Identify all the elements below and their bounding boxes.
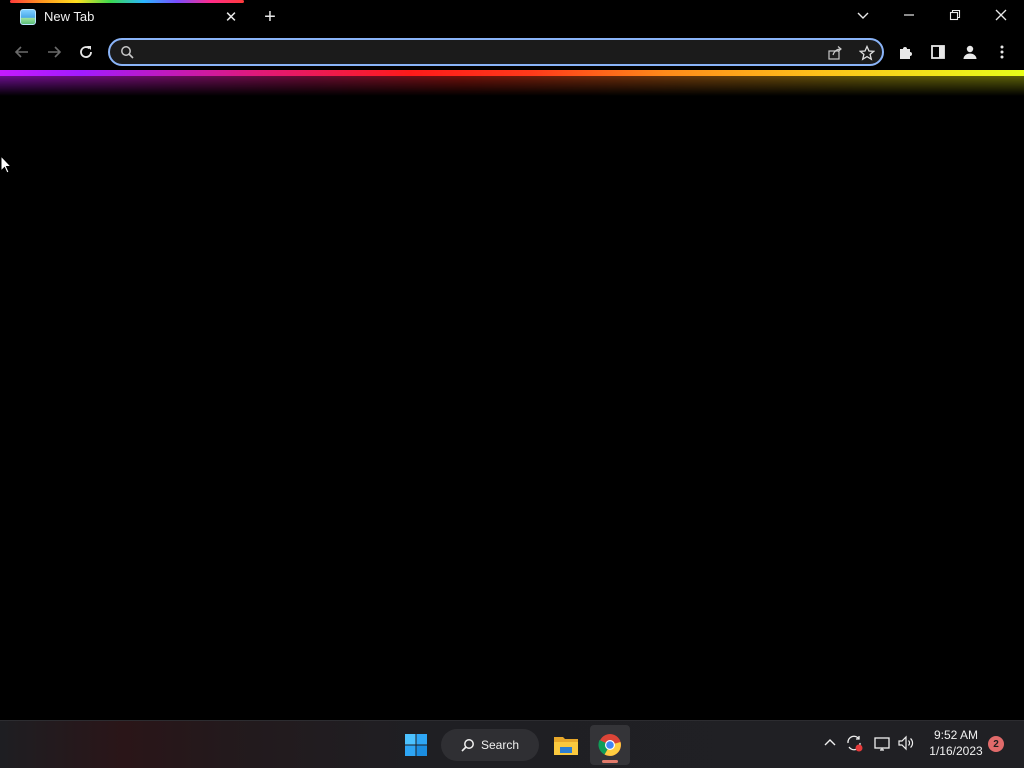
share-icon[interactable] xyxy=(826,44,844,62)
tab-title: New Tab xyxy=(44,9,95,24)
address-input[interactable] xyxy=(142,42,806,64)
tab-accent-stripe xyxy=(10,0,244,3)
restore-button[interactable] xyxy=(932,0,978,30)
start-button[interactable] xyxy=(396,725,436,765)
bookmark-star-icon[interactable] xyxy=(858,44,876,62)
file-explorer-button[interactable] xyxy=(546,725,586,765)
back-arrow-icon[interactable] xyxy=(8,38,36,66)
profile-avatar-icon[interactable] xyxy=(956,38,984,66)
new-tab-button[interactable]: + xyxy=(258,6,282,28)
kebab-menu-icon[interactable] xyxy=(988,38,1016,66)
taskbar-search-label: Search xyxy=(480,738,520,752)
clock-date: 1/16/2023 xyxy=(929,744,983,758)
taskbar-search-button[interactable]: Search xyxy=(441,729,539,761)
chrome-icon xyxy=(598,734,621,756)
chrome-taskbar-button[interactable] xyxy=(590,725,630,765)
windows-logo-icon xyxy=(405,734,427,756)
extensions-puzzle-icon[interactable] xyxy=(892,38,920,66)
taskbar-clock[interactable]: 9:52 AM 1/16/2023 xyxy=(924,727,988,759)
close-window-button[interactable] xyxy=(978,0,1024,30)
tab-search-chevron-down-icon[interactable] xyxy=(840,0,886,30)
image-favicon-icon xyxy=(20,9,36,25)
volume-speaker-icon[interactable] xyxy=(896,733,916,753)
mouse-cursor-icon xyxy=(0,154,13,175)
active-app-indicator xyxy=(602,760,618,763)
title-bar: New Tab ✕ + xyxy=(0,0,1024,34)
browser-toolbar xyxy=(0,34,1024,70)
network-display-icon[interactable] xyxy=(872,733,892,753)
windows-taskbar: Search 9:52 AM 1/16/2023 xyxy=(0,720,1024,768)
side-panel-icon[interactable] xyxy=(924,38,952,66)
close-tab-icon[interactable]: ✕ xyxy=(222,8,240,26)
notification-count-badge[interactable]: 2 xyxy=(988,736,1004,752)
show-hidden-icons-chevron-up-icon[interactable] xyxy=(820,733,840,753)
clock-time: 9:52 AM xyxy=(933,728,979,742)
forward-arrow-icon[interactable] xyxy=(40,38,68,66)
new-tab-page-content xyxy=(0,96,1024,720)
search-icon xyxy=(120,45,134,59)
reload-icon[interactable] xyxy=(72,38,100,66)
folder-icon xyxy=(554,737,578,755)
search-icon xyxy=(461,739,474,752)
minimize-button[interactable] xyxy=(886,0,932,30)
tab-new-tab[interactable]: New Tab ✕ xyxy=(8,0,246,34)
sync-icon[interactable] xyxy=(844,733,864,753)
address-bar[interactable] xyxy=(108,38,884,66)
theme-rainbow-glow xyxy=(0,76,1024,96)
